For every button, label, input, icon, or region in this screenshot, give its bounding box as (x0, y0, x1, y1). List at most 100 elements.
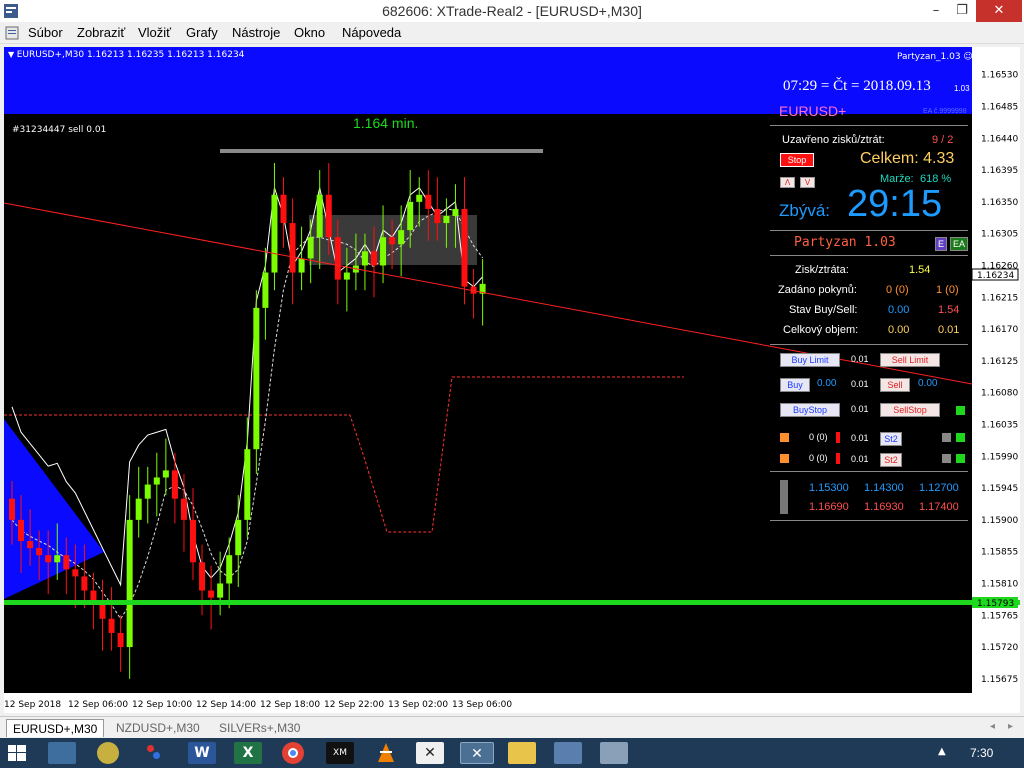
tab-nzdusd[interactable]: NZDUSD+,M30 (110, 719, 206, 737)
candle-body (81, 576, 88, 591)
slider-handle[interactable] (780, 480, 788, 514)
candle-body (398, 230, 405, 245)
green-square-icon[interactable] (956, 433, 965, 442)
candle-body (36, 548, 43, 556)
level-blue-1: 1.15300 (809, 482, 849, 494)
down-arrow-icon[interactable]: V (800, 177, 815, 188)
candle-body (343, 272, 350, 280)
minus-icon[interactable] (942, 454, 951, 463)
vlc-icon[interactable] (372, 742, 400, 764)
st2-button[interactable]: St2 (880, 453, 902, 467)
start-icon[interactable] (8, 745, 26, 761)
price-tick-label: 1.16215 (981, 293, 1018, 303)
buy-limit-button[interactable]: Buy Limit (780, 353, 840, 367)
candle-body (180, 498, 187, 520)
monitor-icon[interactable] (600, 742, 628, 764)
menu-charts[interactable]: Grafy (186, 25, 218, 40)
maximize-button[interactable]: ❐ (950, 0, 974, 22)
dots-icon[interactable] (141, 742, 169, 764)
app-taskbar-icon[interactable] (554, 742, 582, 764)
level-red-2: 1.16930 (864, 501, 904, 513)
candle-body (334, 237, 341, 280)
candle-body (380, 237, 387, 266)
candle-body (280, 194, 287, 224)
menu-bar: Súbor Zobraziť Vložiť Grafy Nástroje Okn… (0, 22, 1024, 44)
up-arrow-icon[interactable]: Λ (780, 177, 795, 188)
level-red-3: 1.17400 (919, 501, 959, 513)
candle-body (434, 208, 441, 224)
candle-body (54, 555, 61, 563)
st2-button[interactable]: St2 (880, 432, 902, 446)
sell-button[interactable]: Sell (880, 378, 910, 392)
menu-insert[interactable]: Vložiť (138, 25, 171, 40)
globe-icon[interactable] (97, 742, 119, 764)
excel-icon[interactable]: X (234, 742, 262, 764)
xtrade-active-icon[interactable]: ✕ (460, 742, 494, 764)
app-taskbar-icon[interactable] (48, 742, 76, 764)
e-button[interactable]: E (935, 237, 947, 251)
candle-body (316, 194, 323, 238)
chrome-icon[interactable] (282, 742, 304, 764)
candle-body (72, 569, 79, 577)
minus-icon[interactable] (780, 454, 789, 463)
lot-value: 0.01 (851, 454, 869, 464)
menu-tools[interactable]: Nástroje (232, 25, 280, 40)
total-label: Celkem: 4.33 (860, 150, 955, 167)
chart-tabs: EURUSD+,M30 NZDUSD+,M30 SILVERs+,M30 ◂ ▸ (0, 716, 1024, 738)
price-tick-label: 1.16440 (981, 134, 1018, 144)
candle-body (162, 470, 169, 478)
xtrade-icon[interactable]: ✕ (416, 742, 444, 764)
ea-button[interactable]: EA (950, 237, 968, 251)
word-icon[interactable]: W (188, 742, 216, 764)
chart-window[interactable]: 1.16530 1.16485 1.16440 1.16395 1.16350 1.163… (4, 47, 1020, 713)
candle-body (289, 223, 296, 273)
divider (770, 255, 968, 256)
candle-body (361, 251, 368, 266)
green-square-icon[interactable] (956, 406, 965, 415)
candle-body (226, 555, 233, 584)
orders-sell: 1 (0) (936, 284, 959, 296)
folder-icon[interactable] (508, 742, 536, 764)
pl-label: Zisk/ztráta: (795, 264, 849, 276)
sell-limit-button[interactable]: Sell Limit (880, 353, 940, 367)
divider (770, 230, 968, 231)
tray-clock[interactable]: 7:30 (970, 746, 993, 760)
document-icon[interactable] (4, 25, 20, 41)
candle-body (298, 258, 305, 273)
menu-help[interactable]: Nápoveda (342, 25, 401, 40)
minus-icon[interactable] (942, 433, 951, 442)
level-blue-3: 1.12700 (919, 482, 959, 494)
candle-body (117, 632, 124, 648)
close-button[interactable]: ✕ (976, 0, 1022, 22)
minimize-button[interactable]: – (924, 0, 948, 22)
symbol-info: ▼ EURUSD+,M30 1.16213 1.16235 1.16213 1.… (8, 50, 245, 60)
sell-stop-button[interactable]: SellStop (880, 403, 940, 417)
menu-file[interactable]: Súbor (28, 25, 63, 40)
tab-silvers[interactable]: SILVERs+,M30 (213, 719, 306, 737)
level-blue-2: 1.14300 (864, 482, 904, 494)
orders-buy: 0 (0) (886, 284, 909, 296)
stop-button[interactable]: Stop (780, 153, 814, 167)
candle-body (452, 208, 459, 216)
candle-body (45, 555, 52, 563)
lot-value: 0.01 (851, 433, 869, 443)
tab-scroll-right-icon[interactable]: ▸ (1008, 721, 1013, 732)
menu-window[interactable]: Okno (294, 25, 325, 40)
minus-icon[interactable] (780, 433, 789, 442)
tab-scroll-left-icon[interactable]: ◂ (990, 721, 995, 732)
candle-body (443, 216, 450, 224)
level-red-1: 1.16690 (809, 501, 849, 513)
sell-price: 0.00 (918, 378, 938, 389)
tray-arrow-icon[interactable]: ▲ (938, 746, 946, 757)
ea-panel: 07:29 = Čt = 2018.09.13 1.03 EURUSD+ EA … (770, 75, 970, 525)
orders-label: Zadáno pokynů: (778, 284, 857, 296)
tab-eurusd[interactable]: EURUSD+,M30 (6, 719, 105, 737)
price-tick-label: 1.16530 (981, 71, 1018, 81)
xm-icon[interactable]: XM (326, 742, 354, 764)
menu-view[interactable]: Zobraziť (77, 25, 125, 40)
green-price-label: 1.15793 (977, 599, 1014, 609)
price-tick-label: 1.15720 (981, 643, 1018, 653)
buy-stop-button[interactable]: BuyStop (780, 403, 840, 417)
buy-button[interactable]: Buy (780, 378, 810, 392)
green-square-icon[interactable] (956, 454, 965, 463)
